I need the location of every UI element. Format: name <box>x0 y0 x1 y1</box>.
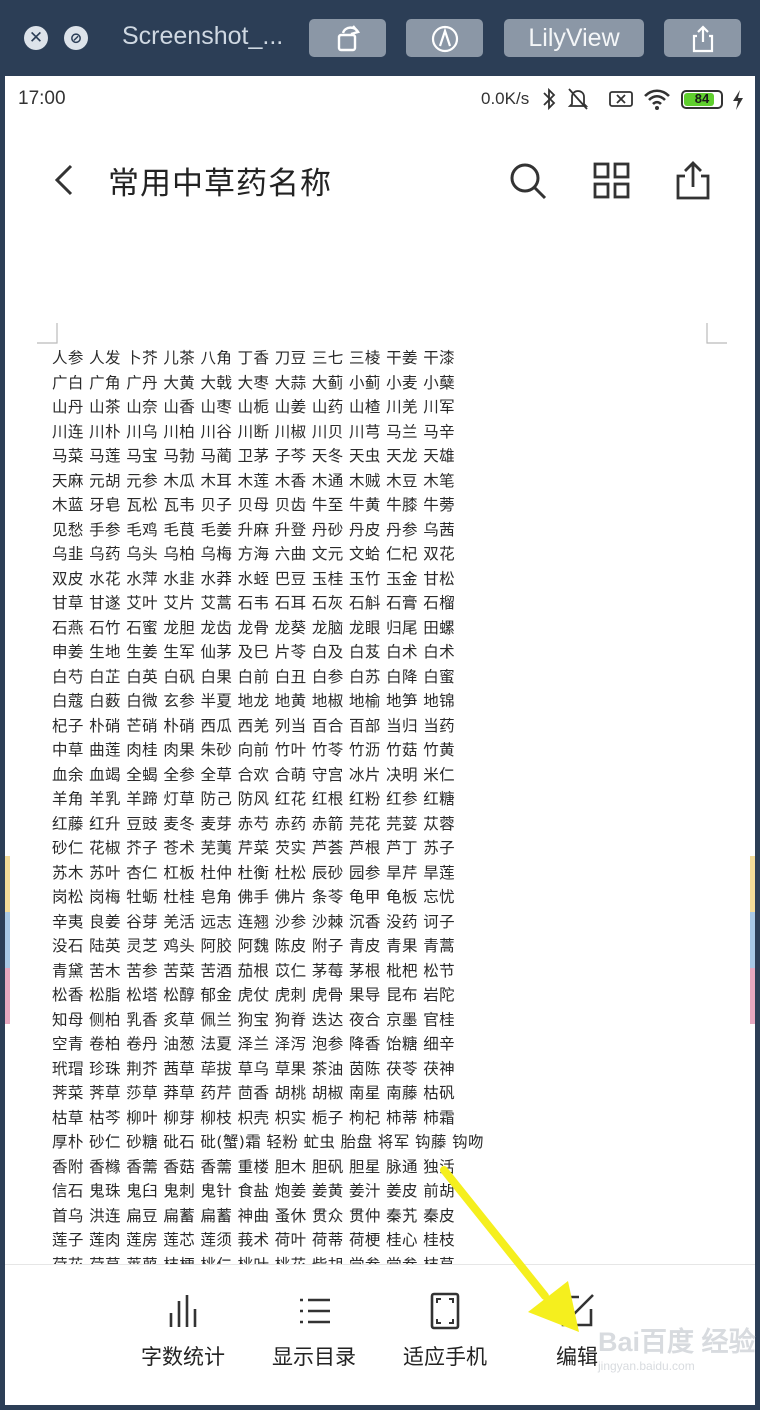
share-icon <box>692 24 713 52</box>
watermark-brand: Bai百度 经验 <box>598 1327 756 1357</box>
battery-indicator: 84 <box>681 90 723 109</box>
document-line: 香附 香橼 香薷 香菇 香薷 重楼 胆木 胆矾 胆星 脉通 独活 <box>52 1157 456 1176</box>
share-icon[interactable] <box>673 161 713 201</box>
battery-percent: 84 <box>694 91 710 106</box>
document-line: 山丹 山茶 山奈 山香 山枣 山栀 山姜 山药 山楂 川羌 川军 <box>52 398 456 416</box>
document-line: 白芍 白芷 白英 白矾 白果 白前 白丑 白参 白苏 白降 白蜜 <box>52 667 456 686</box>
document-line: 木蓝 牙皂 瓦松 瓦韦 贝子 贝母 贝齿 牛至 牛黄 牛膝 牛蒡 <box>52 496 456 514</box>
mute-bell-icon <box>567 88 589 110</box>
document-line: 血余 血竭 全蝎 全参 全草 合欢 合萌 守宫 冰片 决明 米仁 <box>52 765 456 784</box>
back-button[interactable] <box>49 160 79 200</box>
document-line: 红藤 红升 豆豉 麦冬 麦芽 赤芍 赤药 赤箭 芫花 芫荽 苁蓉 <box>52 814 456 833</box>
document-line: 马菜 马莲 马宝 马勃 马蔺 卫茅 子芩 天冬 天虫 天龙 天雄 <box>52 447 456 465</box>
bluetooth-icon <box>543 87 556 111</box>
wifi-icon <box>644 89 670 110</box>
document-line: 杞子 朴硝 芒硝 朴硝 西瓜 西羌 列当 百合 百部 当归 当药 <box>52 716 456 735</box>
bar-chart-icon <box>169 1295 197 1327</box>
status-time: 17:00 <box>18 88 66 109</box>
document-line: 天麻 元胡 元参 木瓜 木耳 木莲 木香 木通 木贼 木豆 木笔 <box>52 471 456 490</box>
watermark-url: jingyan.baidu.com <box>598 1359 695 1373</box>
document-line: 中草 曲莲 肉桂 肉果 朱砂 向前 竹叶 竹苓 竹沥 竹菇 竹黄 <box>52 741 456 759</box>
side-tab-pink[interactable] <box>750 968 755 1024</box>
document-line: 玳瑁 珍珠 荆芥 茜草 荜拔 草乌 草果 茶油 茵陈 茯苓 茯神 <box>52 1059 456 1078</box>
document-body: 人参 人发 卜芥 儿茶 八角 丁香 刀豆 三七 三棱 干姜 干漆 广白 广角 广丹… <box>52 346 612 1264</box>
document-line: 人参 人发 卜芥 儿茶 八角 丁香 刀豆 三七 三棱 干姜 干漆 <box>52 349 456 367</box>
side-tab-yellow[interactable] <box>5 856 10 912</box>
document-line: 知母 侧柏 乳香 炙草 佩兰 狗宝 狗脊 迭达 夜合 京墨 官桂 <box>52 1010 456 1029</box>
markup-button[interactable] <box>406 19 483 57</box>
phone-screen: 17:00 0.0K/s 84 常用中草药名称 人参 人发 卜芥 儿茶 八角 丁… <box>5 76 755 1405</box>
document-line: 乌韭 乌药 乌头 乌柏 乌梅 方海 六曲 文元 文蛤 仁杞 双花 <box>52 545 456 563</box>
list-icon <box>300 1298 330 1324</box>
grid-view-icon[interactable] <box>592 161 632 201</box>
side-tab-blue[interactable] <box>5 912 10 968</box>
charging-icon <box>733 90 743 110</box>
document-line: 白蔻 白薮 白微 玄参 半夏 地龙 地黄 地椒 地榆 地笋 地锦 <box>52 692 456 710</box>
page-corner-mark <box>37 323 58 344</box>
baidu-watermark: Bai百度 经验 jingyan.baidu.com <box>598 1320 756 1373</box>
status-bar: 17:00 0.0K/s 84 <box>5 76 755 126</box>
fit-phone-button[interactable]: 适应手机 <box>385 1291 505 1371</box>
word-count-label: 字数统计 <box>141 1345 225 1369</box>
pen-tip-icon <box>431 25 458 52</box>
page-corner-mark <box>706 323 727 344</box>
document-line: 青黛 苦木 苦参 苦菜 苦酒 茄根 苡仁 茅莓 茅根 枇杷 松节 <box>52 961 456 980</box>
document-line: 没石 陆英 灵芝 鸡头 阿胶 阿魏 陈皮 附子 青皮 青果 青蒿 <box>52 937 456 955</box>
document-title: 常用中草药名称 <box>108 166 332 202</box>
document-line: 羊角 羊乳 羊蹄 灯草 防己 防风 红花 红根 红粉 红参 红糖 <box>52 790 456 808</box>
search-icon[interactable] <box>508 161 548 201</box>
show-toc-button[interactable]: 显示目录 <box>254 1291 374 1371</box>
document-line: 川连 川朴 川乌 川柏 川谷 川断 川椒 川贝 川芎 马兰 马辛 <box>52 422 456 441</box>
document-line: 荷花 荷草 莱菔 桔梗 桃仁 桃叶 桃花 柴胡 党参 党参 桔草 <box>52 1253 612 1265</box>
document-line: 荠菜 荠草 莎草 莽草 药芹 茴香 胡桃 胡椒 南星 南藤 枯矾 <box>52 1084 456 1102</box>
document-line: 苏木 苏叶 杏仁 杠板 杜仲 杜衡 杜松 辰砂 园参 旱芹 旱莲 <box>52 863 456 882</box>
block-icon[interactable]: ⊘ <box>64 26 88 50</box>
no-sim-icon <box>609 91 633 107</box>
window-toolbar: ✕ ⊘ Screenshot_... LilyView <box>0 0 760 76</box>
document-line: 信石 鬼珠 鬼臼 鬼刺 鬼针 食盐 炮姜 姜黄 姜汁 姜皮 前胡 <box>52 1182 456 1200</box>
rotate-icon <box>337 24 360 51</box>
edit-icon <box>561 1294 594 1327</box>
open-with-lilyview-button[interactable]: LilyView <box>504 19 644 57</box>
window-title: Screenshot_... <box>122 22 284 50</box>
document-line: 石燕 石竹 石蜜 龙胆 龙齿 龙骨 龙葵 龙脑 龙眼 归尾 田螺 <box>52 618 456 637</box>
document-line: 见愁 手参 毛鸡 毛茛 毛姜 升麻 升登 丹砂 丹皮 丹参 乌茜 <box>52 520 456 539</box>
close-window-button[interactable]: ✕ <box>24 26 48 50</box>
app-bar: 常用中草药名称 <box>5 136 755 226</box>
document-line: 广白 广角 广丹 大黄 大戟 大枣 大蒜 大蓟 小蓟 小麦 小蘖 <box>52 373 456 392</box>
word-count-button[interactable]: 字数统计 <box>123 1291 243 1371</box>
network-speed: 0.0K/s <box>481 89 530 108</box>
show-toc-label: 显示目录 <box>272 1345 356 1369</box>
document-line: 辛夷 良姜 谷芽 羌活 远志 连翘 沙参 沙棘 沉香 没药 诃子 <box>52 912 456 931</box>
side-tab-yellow[interactable] <box>750 856 755 912</box>
fit-phone-label: 适应手机 <box>403 1345 487 1369</box>
rotate-button[interactable] <box>309 19 386 57</box>
document-line: 厚朴 砂仁 砂糖 砒石 砒(蟹)霜 轻粉 虻虫 胎盘 将军 钩藤 钩吻 <box>52 1133 484 1151</box>
document-line: 双皮 水花 水萍 水韭 水莽 水蛭 巴豆 玉桂 玉竹 玉金 甘松 <box>52 569 456 588</box>
document-line: 枯草 枯芩 柳叶 柳芽 柳枝 枳壳 枳实 栀子 枸杞 柿蒂 柿霜 <box>52 1108 456 1127</box>
document-line: 莲子 莲肉 莲房 莲芯 莲须 莪术 荷叶 荷蒂 荷梗 桂心 桂枝 <box>52 1231 456 1249</box>
document-line: 空青 卷柏 卷丹 油葱 法夏 泽兰 泽泻 泡参 降香 饴糖 细辛 <box>52 1035 456 1053</box>
document-line: 首乌 洪连 扁豆 扁蓄 扁蓄 神曲 蚤休 贯众 贯仲 秦艽 秦皮 <box>52 1206 456 1225</box>
document-line: 砂仁 花椒 芥子 苍术 芜荑 芹菜 芡实 芦荟 芦根 芦丁 苏子 <box>52 839 456 857</box>
side-tab-pink[interactable] <box>5 968 10 1024</box>
document-line: 岗松 岗梅 牡蛎 杜桂 皂角 佛手 佛片 条苓 龟甲 龟板 忘忧 <box>52 888 456 906</box>
document-line: 甘草 甘遂 艾叶 艾片 艾蒿 石韦 石耳 石灰 石斛 石膏 石榴 <box>52 594 456 612</box>
document-line: 松香 松脂 松塔 松醇 郁金 虎仗 虎刺 虎骨 果导 昆布 岩陀 <box>52 986 456 1004</box>
fit-screen-icon <box>430 1292 460 1330</box>
side-tab-blue[interactable] <box>750 912 755 968</box>
document-line: 申姜 生地 生姜 生军 仙茅 及巳 片苓 白及 白芨 白术 白术 <box>52 643 456 661</box>
share-window-button[interactable] <box>664 19 741 57</box>
